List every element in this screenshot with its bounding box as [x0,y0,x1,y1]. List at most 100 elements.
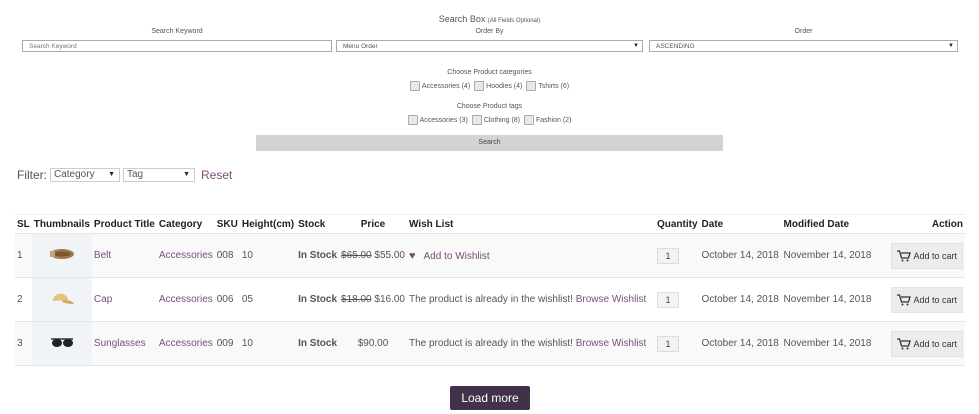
tag-checkbox[interactable] [524,115,534,125]
product-title-link[interactable]: Sunglasses [94,338,146,349]
table-row: 3 Sunglasses Accessories 009 10 In Stock… [15,321,965,366]
height: 10 [239,321,297,366]
category-filter-select[interactable]: Category [50,168,120,182]
category-checkbox[interactable] [474,81,485,91]
row-sl: 3 [15,321,32,366]
order-select[interactable]: ASCENDING [649,40,958,52]
tag-label: Fashion (2) [536,116,572,124]
category-label: Hoodies (4) [486,82,523,90]
tag-label: Accessories (3) [419,116,468,124]
search-box-title: Search Box (All Fields Optional) [0,14,979,24]
height: 10 [239,233,297,278]
product-thumbnail[interactable] [31,277,92,322]
wishlist-message: The product is already in the wishlist! [408,338,573,349]
categories-heading: Choose Product categories [447,69,532,76]
modified-date: November 14, 2018 [781,321,874,366]
quantity-input[interactable]: 1 [656,247,679,264]
add-to-cart-label: Add to cart [913,294,957,305]
date: October 14, 2018 [699,277,782,322]
modified-date: November 14, 2018 [781,277,874,322]
product-title-link[interactable]: Belt [94,250,111,261]
row-sl: 2 [15,277,32,322]
date: October 14, 2018 [699,321,782,366]
wishlist-cell: ♥ Add to Wishlist [406,233,655,278]
category-label: Accessories (4) [421,82,471,90]
cart-icon [897,337,912,349]
search-box-title-text: Search Box [438,14,486,24]
add-to-cart-button[interactable]: Add to cart [891,286,963,313]
column-header: SKU [214,214,240,234]
column-header: Modified Date [781,214,874,234]
order-by-select[interactable]: Menu Order [336,40,643,52]
category-checkbox[interactable] [409,81,420,91]
row-sl: 1 [15,233,32,278]
column-header: Category [156,214,215,234]
quantity-input[interactable]: 1 [656,335,679,352]
quantity-input[interactable]: 1 [656,291,679,308]
search-keyword-input[interactable]: Search Keyword [22,40,332,52]
tag-checkbox[interactable] [407,115,418,125]
column-header: Date [699,214,782,234]
products-table: SL Thumbnails Product Title Category SKU… [15,214,965,366]
category-link[interactable]: Accessories [159,338,213,349]
column-header: Thumbnails [31,214,92,234]
tag-checkbox[interactable] [471,115,482,125]
cap-icon [52,293,74,304]
heart-icon: ♥ [408,249,416,262]
sku: 006 [214,277,240,322]
add-to-cart-button[interactable]: Add to cart [891,330,963,357]
tag-filter-select[interactable]: Tag [123,168,195,182]
search-button[interactable]: Search [256,135,723,151]
price-cell: $18.00 $16.00 [339,277,407,322]
price-cell: $90.00 [339,321,407,366]
price-cell: $65.00 $55.00 [339,233,407,278]
column-header: Stock [296,214,340,234]
browse-wishlist-link[interactable]: Browse Wishlist [576,338,647,349]
old-price: $65.00 [341,250,372,261]
search-box-note: (All Fields Optional) [487,18,541,24]
column-header: Quantity [654,214,700,234]
categories-checkbox-group: Accessories (4) Hoodies (4) Tshirts (6) [0,81,979,91]
product-thumbnail[interactable] [31,233,92,278]
sku: 008 [214,233,240,278]
add-to-wishlist-link[interactable]: Add to Wishlist [424,251,490,262]
table-row: 1 Belt Accessories 008 10 In Stock $65.0… [15,233,965,278]
stock-status: In Stock [296,277,340,322]
tags-checkbox-group: Accessories (3) Clothing (8) Fashion (2) [0,115,979,125]
reset-link[interactable]: Reset [201,168,232,182]
stock-status: In Stock [296,233,340,278]
wishlist-cell: The product is already in the wishlist! … [406,277,655,322]
column-header: Price [339,214,407,234]
cart-icon [897,249,912,261]
add-to-cart-button[interactable]: Add to cart [891,242,963,269]
column-header: Height(cm) [239,214,297,234]
category-checkbox[interactable] [526,81,537,91]
height: 05 [239,277,297,322]
category-link[interactable]: Accessories [159,294,213,305]
column-header: Action [873,214,965,234]
add-to-cart-label: Add to cart [913,250,957,261]
date: October 14, 2018 [699,233,782,278]
price: $55.00 [374,250,405,261]
wishlist-cell: The product is already in the wishlist! … [406,321,655,366]
table-header-row: SL Thumbnails Product Title Category SKU… [15,214,965,234]
category-link[interactable]: Accessories [159,250,213,261]
browse-wishlist-link[interactable]: Browse Wishlist [576,294,647,305]
wishlist-message: The product is already in the wishlist! [408,294,573,305]
price: $90.00 [357,338,389,349]
order-label: Order [794,28,813,35]
column-header: SL [15,214,32,234]
sku: 009 [214,321,240,366]
filter-bar: Filter: Category Tag Reset [17,168,232,182]
filter-label: Filter: [17,168,47,182]
price: $16.00 [374,294,405,305]
load-more-button[interactable]: Load more [450,386,530,410]
tags-heading: Choose Product tags [456,103,523,110]
add-to-cart-label: Add to cart [913,338,957,349]
cart-icon [897,293,912,305]
sunglasses-icon [50,338,73,347]
product-title-link[interactable]: Cap [94,294,112,305]
product-thumbnail[interactable] [31,321,92,366]
category-label: Tshirts (6) [538,82,570,90]
keyword-label: Search Keyword [151,28,203,35]
